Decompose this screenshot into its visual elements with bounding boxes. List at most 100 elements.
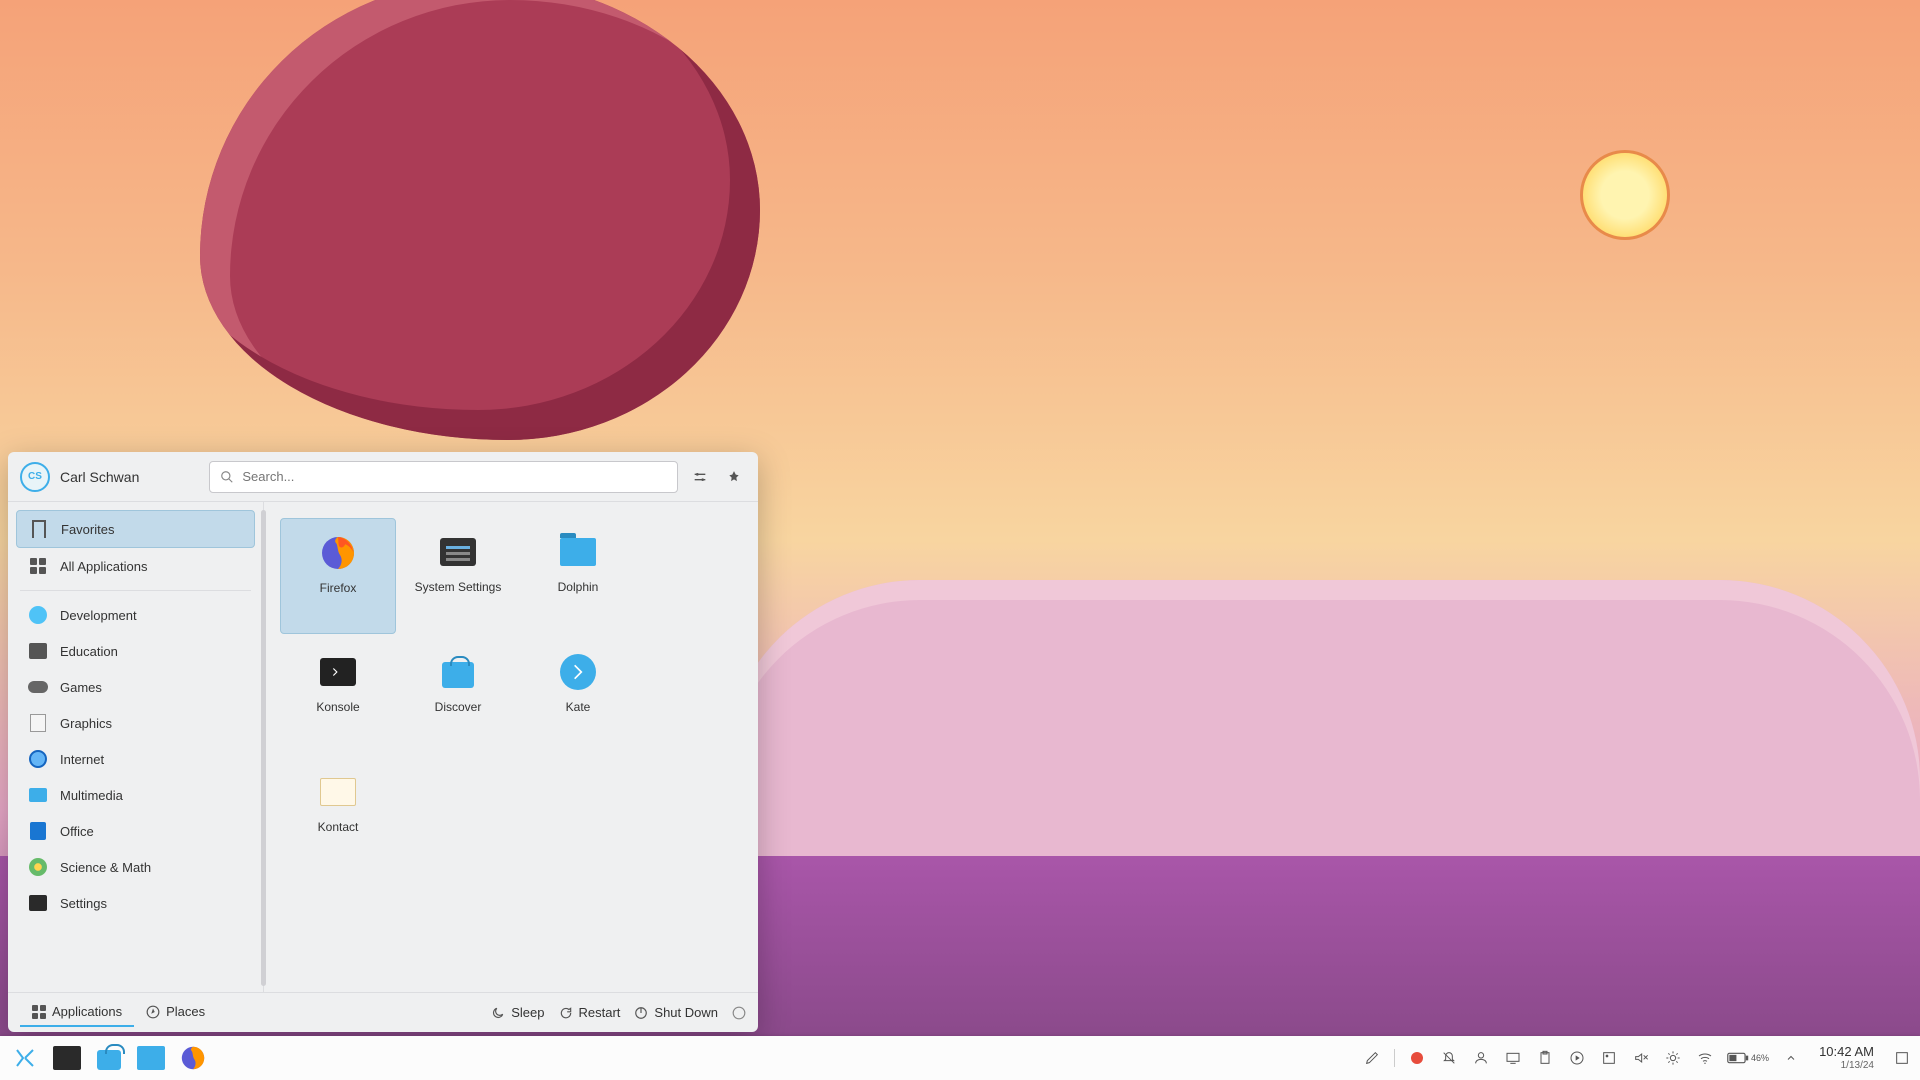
- wallpaper-tree: [200, 0, 760, 440]
- info-icon: [732, 1006, 746, 1020]
- grid-icon: [28, 556, 48, 576]
- tray-wifi[interactable]: [1695, 1048, 1715, 1068]
- tab-places[interactable]: Places: [134, 998, 217, 1027]
- tray-show-desktop[interactable]: [1892, 1048, 1912, 1068]
- office-icon: [28, 821, 48, 841]
- launcher-header: CS Carl Schwan: [8, 452, 758, 502]
- desktop-icon: [1894, 1050, 1910, 1066]
- chevron-up-icon: [1785, 1052, 1797, 1064]
- taskbar-launcher-button[interactable]: [8, 1041, 42, 1075]
- sidebar-item-development[interactable]: Development: [16, 597, 255, 633]
- app-label: Firefox: [320, 581, 357, 595]
- sidebar-separator: [20, 590, 251, 591]
- tray-record[interactable]: [1407, 1048, 1427, 1068]
- sidebar-scrollbar[interactable]: [261, 510, 266, 986]
- wallpaper-cloud: [720, 580, 1920, 880]
- tray-battery[interactable]: 46%: [1727, 1048, 1769, 1068]
- app-tile-system-settings[interactable]: System Settings: [400, 518, 516, 634]
- app-tile-dolphin[interactable]: Dolphin: [520, 518, 636, 634]
- search-field[interactable]: [242, 469, 667, 484]
- kontact-icon: [316, 770, 360, 814]
- tray-clipboard[interactable]: [1535, 1048, 1555, 1068]
- science-icon: [28, 857, 48, 877]
- taskbar-item-text-editor[interactable]: [50, 1041, 84, 1075]
- app-label: System Settings: [415, 580, 502, 594]
- app-tile-kontact[interactable]: Kontact: [280, 758, 396, 874]
- username-label: Carl Schwan: [60, 469, 139, 485]
- launcher-sidebar: Favorites All Applications Development E…: [8, 502, 264, 992]
- tray-display[interactable]: [1503, 1048, 1523, 1068]
- tray-expand[interactable]: [1781, 1048, 1801, 1068]
- clipboard-icon: [1537, 1050, 1553, 1066]
- launcher-footer: Applications Places Sleep Restart Shut D…: [8, 992, 758, 1032]
- gamepad-icon: [28, 677, 48, 697]
- tray-media[interactable]: [1567, 1048, 1587, 1068]
- sidebar-item-science-math[interactable]: Science & Math: [16, 849, 255, 885]
- sidebar-item-label: Science & Math: [60, 860, 151, 875]
- app-label: Discover: [435, 700, 482, 714]
- app-label: Kate: [566, 700, 591, 714]
- sidebar-item-label: Development: [60, 608, 137, 623]
- search-icon: [220, 470, 234, 484]
- folder-icon: [556, 530, 600, 574]
- battery-percent: 46%: [1751, 1053, 1769, 1063]
- record-icon: [1410, 1051, 1424, 1065]
- tray-volume[interactable]: [1631, 1048, 1651, 1068]
- text-editor-icon: [53, 1046, 81, 1070]
- sidebar-item-games[interactable]: Games: [16, 669, 255, 705]
- volume-muted-icon: [1633, 1050, 1649, 1066]
- sidebar-item-multimedia[interactable]: Multimedia: [16, 777, 255, 813]
- taskbar-item-discover[interactable]: [92, 1041, 126, 1075]
- restart-button[interactable]: Restart: [559, 1005, 621, 1020]
- wifi-icon: [1697, 1050, 1713, 1066]
- sidebar-item-internet[interactable]: Internet: [16, 741, 255, 777]
- clock-date: 1/13/24: [1819, 1060, 1874, 1072]
- sidebar-item-favorites[interactable]: Favorites: [16, 510, 255, 548]
- configure-button[interactable]: [688, 465, 712, 489]
- more-options-button[interactable]: [732, 1005, 746, 1020]
- shutdown-button[interactable]: Shut Down: [634, 1005, 718, 1020]
- app-tile-discover[interactable]: Discover: [400, 638, 516, 754]
- tray-user[interactable]: [1471, 1048, 1491, 1068]
- sidebar-item-graphics[interactable]: Graphics: [16, 705, 255, 741]
- multimedia-icon: [28, 785, 48, 805]
- brightness-icon: [1665, 1050, 1681, 1066]
- bookmark-icon: [29, 519, 49, 539]
- taskbar-item-file-manager[interactable]: [134, 1041, 168, 1075]
- display-icon: [1505, 1050, 1521, 1066]
- app-tile-firefox[interactable]: Firefox: [280, 518, 396, 634]
- terminal-icon: [316, 650, 360, 694]
- moon-icon: [491, 1006, 505, 1020]
- pin-button[interactable]: [722, 465, 746, 489]
- tab-label: Places: [166, 1004, 205, 1019]
- education-icon: [28, 641, 48, 661]
- avatar[interactable]: CS: [20, 462, 50, 492]
- sidebar-item-label: Games: [60, 680, 102, 695]
- tray-image[interactable]: [1599, 1048, 1619, 1068]
- clock[interactable]: 10:42 AM 1/13/24: [1813, 1044, 1880, 1072]
- tray-pencil[interactable]: [1362, 1048, 1382, 1068]
- sidebar-item-settings[interactable]: Settings: [16, 885, 255, 921]
- sidebar-item-label: Favorites: [61, 522, 114, 537]
- tray-brightness[interactable]: [1663, 1048, 1683, 1068]
- sliders-icon: [692, 469, 708, 485]
- app-tile-kate[interactable]: Kate: [520, 638, 636, 754]
- search-input[interactable]: [209, 461, 678, 493]
- sleep-button[interactable]: Sleep: [491, 1005, 544, 1020]
- sidebar-item-education[interactable]: Education: [16, 633, 255, 669]
- image-icon: [1601, 1050, 1617, 1066]
- tab-label: Applications: [52, 1004, 122, 1019]
- tray-notifications[interactable]: [1439, 1048, 1459, 1068]
- tray-separator: [1394, 1049, 1395, 1067]
- sidebar-item-all-applications[interactable]: All Applications: [16, 548, 255, 584]
- sidebar-item-label: All Applications: [60, 559, 147, 574]
- development-icon: [28, 605, 48, 625]
- app-label: Dolphin: [558, 580, 599, 594]
- app-tile-konsole[interactable]: Konsole: [280, 638, 396, 754]
- wallpaper-sun: [1580, 150, 1670, 240]
- sidebar-item-office[interactable]: Office: [16, 813, 255, 849]
- tab-applications[interactable]: Applications: [20, 998, 134, 1027]
- power-icon: [634, 1006, 648, 1020]
- kde-icon: [13, 1046, 37, 1070]
- taskbar-item-firefox[interactable]: [176, 1041, 210, 1075]
